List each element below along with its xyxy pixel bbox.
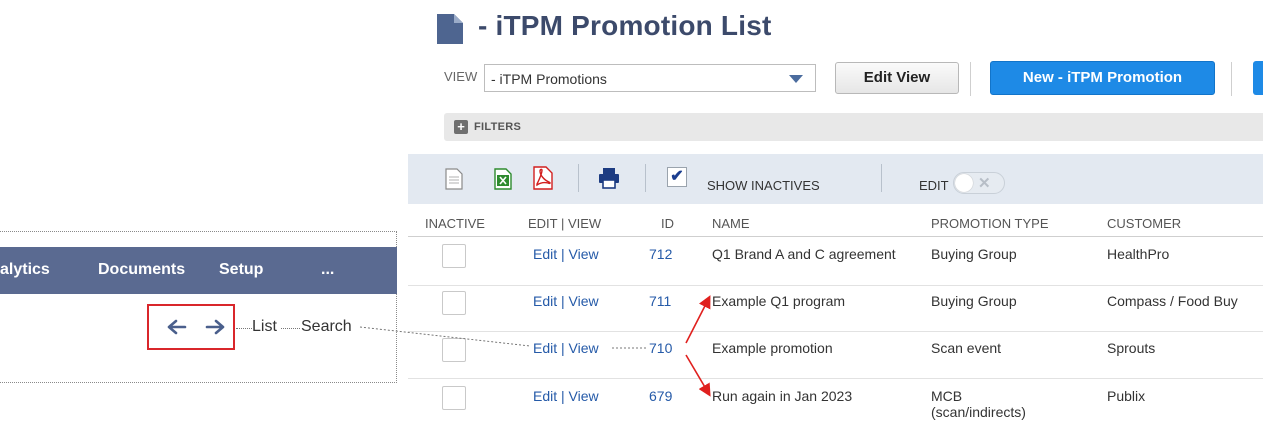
annotation-overlay: [359, 295, 711, 397]
dotted-leader-line: [359, 326, 531, 347]
annotation-arrow: [685, 354, 711, 397]
annotation-arrow: [685, 295, 711, 344]
